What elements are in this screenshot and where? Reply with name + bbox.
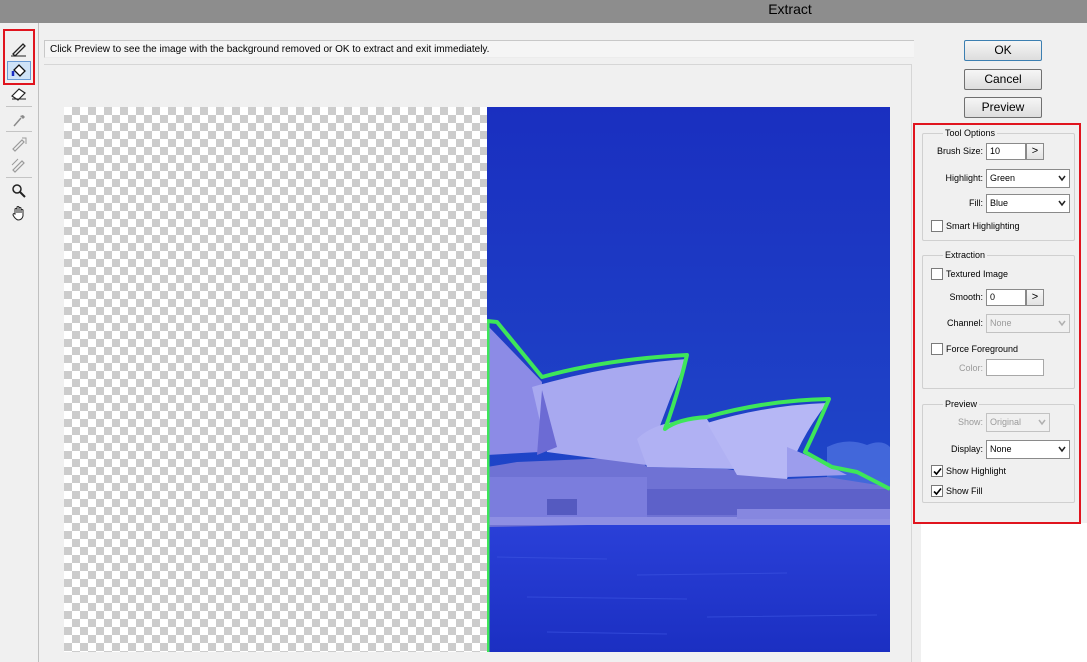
- hand-tool[interactable]: [7, 203, 31, 222]
- zoom-tool[interactable]: [7, 181, 31, 200]
- tool-separator: [6, 131, 32, 132]
- annotation-box-options: [913, 123, 1081, 524]
- edge-touchup-tool[interactable]: [7, 155, 31, 174]
- cleanup-tool[interactable]: [7, 134, 31, 153]
- title-bar: Extract: [0, 0, 1087, 23]
- tool-palette: [0, 23, 38, 662]
- instruction-text: Click Preview to see the image with the …: [50, 44, 490, 55]
- instruction-bar: Click Preview to see the image with the …: [44, 40, 914, 58]
- extract-dialog: Click Preview to see the image with the …: [0, 23, 1087, 662]
- image-preview[interactable]: [487, 107, 890, 652]
- transparent-area[interactable]: [64, 107, 487, 652]
- panel-blank-area: [921, 523, 1087, 662]
- eraser-icon: [11, 87, 26, 101]
- edge-touchup-icon: [11, 158, 25, 173]
- tool-separator: [6, 106, 32, 107]
- eyedropper-icon: [13, 114, 25, 126]
- cleanup-tool-icon: [12, 137, 27, 152]
- hand-icon: [12, 205, 24, 221]
- cancel-button[interactable]: Cancel: [964, 69, 1042, 90]
- ok-button[interactable]: OK: [964, 40, 1042, 61]
- preview-button[interactable]: Preview: [964, 97, 1042, 118]
- eraser-tool[interactable]: [7, 83, 31, 102]
- eyedropper-tool[interactable]: [7, 110, 31, 129]
- tool-separator: [6, 177, 32, 178]
- annotation-box-tools: [3, 29, 35, 85]
- zoom-icon: [12, 183, 26, 198]
- divider: [38, 23, 39, 662]
- window-title: Extract: [768, 1, 812, 17]
